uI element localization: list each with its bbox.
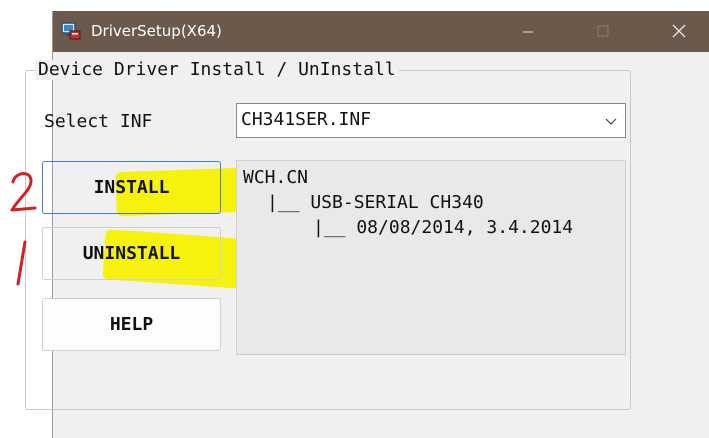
close-button[interactable] — [656, 11, 702, 52]
group-title: Device Driver Install / UnInstall — [35, 60, 399, 80]
close-icon — [672, 24, 686, 38]
inf-select-dropdown[interactable]: CH341SER.INF — [236, 103, 626, 138]
install-button-label: INSTALL — [93, 177, 170, 198]
select-inf-label: Select INF — [44, 111, 153, 132]
maximize-icon — [597, 25, 609, 37]
window-title: DriverSetup(X64) — [91, 22, 222, 40]
help-button[interactable]: HELP — [42, 298, 221, 351]
install-button[interactable]: INSTALL — [42, 161, 221, 214]
minimize-button[interactable] — [505, 11, 551, 52]
driver-info-panel: WCH.CN |__ USB-SERIAL CH340 |__ 08/08/20… — [236, 160, 626, 355]
chevron-down-icon — [605, 118, 617, 125]
uninstall-button-label: UNINSTALL — [82, 243, 181, 264]
maximize-button[interactable] — [580, 11, 626, 52]
info-vendor: WCH.CN — [243, 167, 309, 188]
help-button-label: HELP — [109, 314, 154, 335]
info-version: |__ 08/08/2014, 3.4.2014 — [313, 217, 574, 238]
info-device: |__ USB-SERIAL CH340 — [267, 192, 484, 213]
uninstall-button[interactable]: UNINSTALL — [42, 227, 221, 280]
minimize-icon — [523, 31, 533, 33]
inf-select-value: CH341SER.INF — [241, 109, 372, 130]
computer-setup-icon — [61, 22, 81, 40]
title-bar[interactable]: DriverSetup(X64) — [53, 11, 709, 52]
handwritten-number-1 — [16, 240, 27, 286]
handwritten-number-2 — [10, 172, 37, 212]
